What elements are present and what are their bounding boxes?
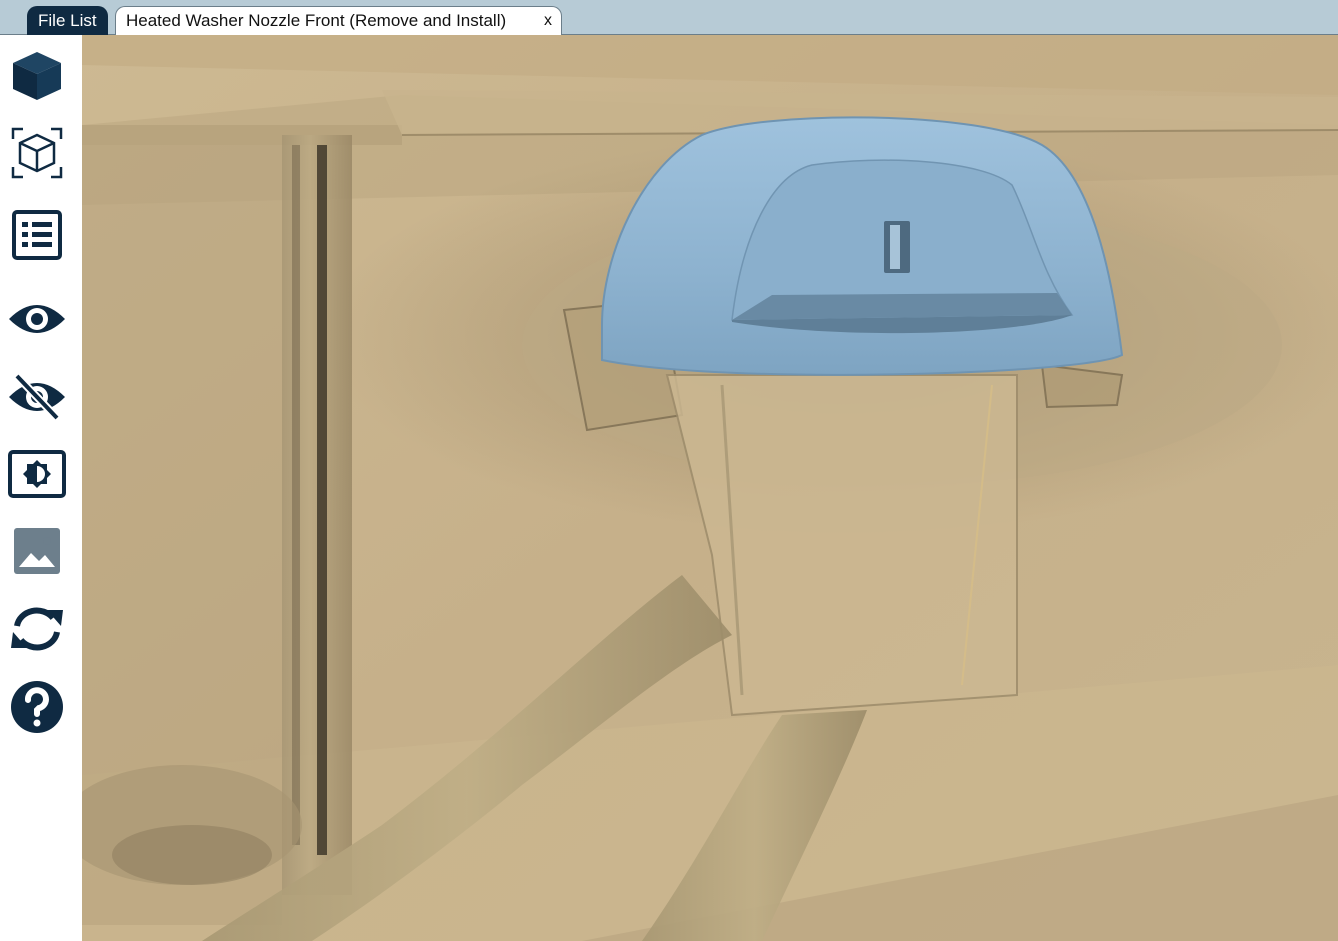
contrast-button[interactable] <box>5 442 69 506</box>
solid-view-button[interactable] <box>5 44 69 108</box>
help-icon <box>11 681 63 733</box>
help-button[interactable] <box>5 675 69 739</box>
tab-bar: File List Heated Washer Nozzle Front (Re… <box>0 0 1338 36</box>
contrast-icon <box>8 450 66 498</box>
3d-viewport[interactable] <box>82 35 1338 941</box>
tab-document[interactable]: Heated Washer Nozzle Front (Remove and I… <box>115 6 562 36</box>
reset-view-button[interactable] <box>5 597 69 661</box>
wireframe-view-button[interactable] <box>5 121 69 185</box>
image-icon <box>14 528 60 574</box>
refresh-icon <box>11 607 63 651</box>
solid-cube-icon <box>13 52 61 100</box>
tab-document-label: Heated Washer Nozzle Front (Remove and I… <box>126 11 507 30</box>
tab-file-list[interactable]: File List <box>27 6 108 35</box>
eye-icon <box>9 305 65 333</box>
image-button[interactable] <box>5 519 69 583</box>
eye-slash-icon <box>9 373 65 421</box>
show-part-button[interactable] <box>5 287 69 351</box>
parts-list-button[interactable] <box>5 203 69 267</box>
toolbar-sidebar <box>0 35 82 941</box>
parts-list-icon <box>12 210 62 260</box>
close-tab-button[interactable]: x <box>544 7 552 35</box>
3d-model-render <box>82 35 1338 941</box>
hide-part-button[interactable] <box>5 365 69 429</box>
wireframe-cube-icon <box>11 127 63 179</box>
